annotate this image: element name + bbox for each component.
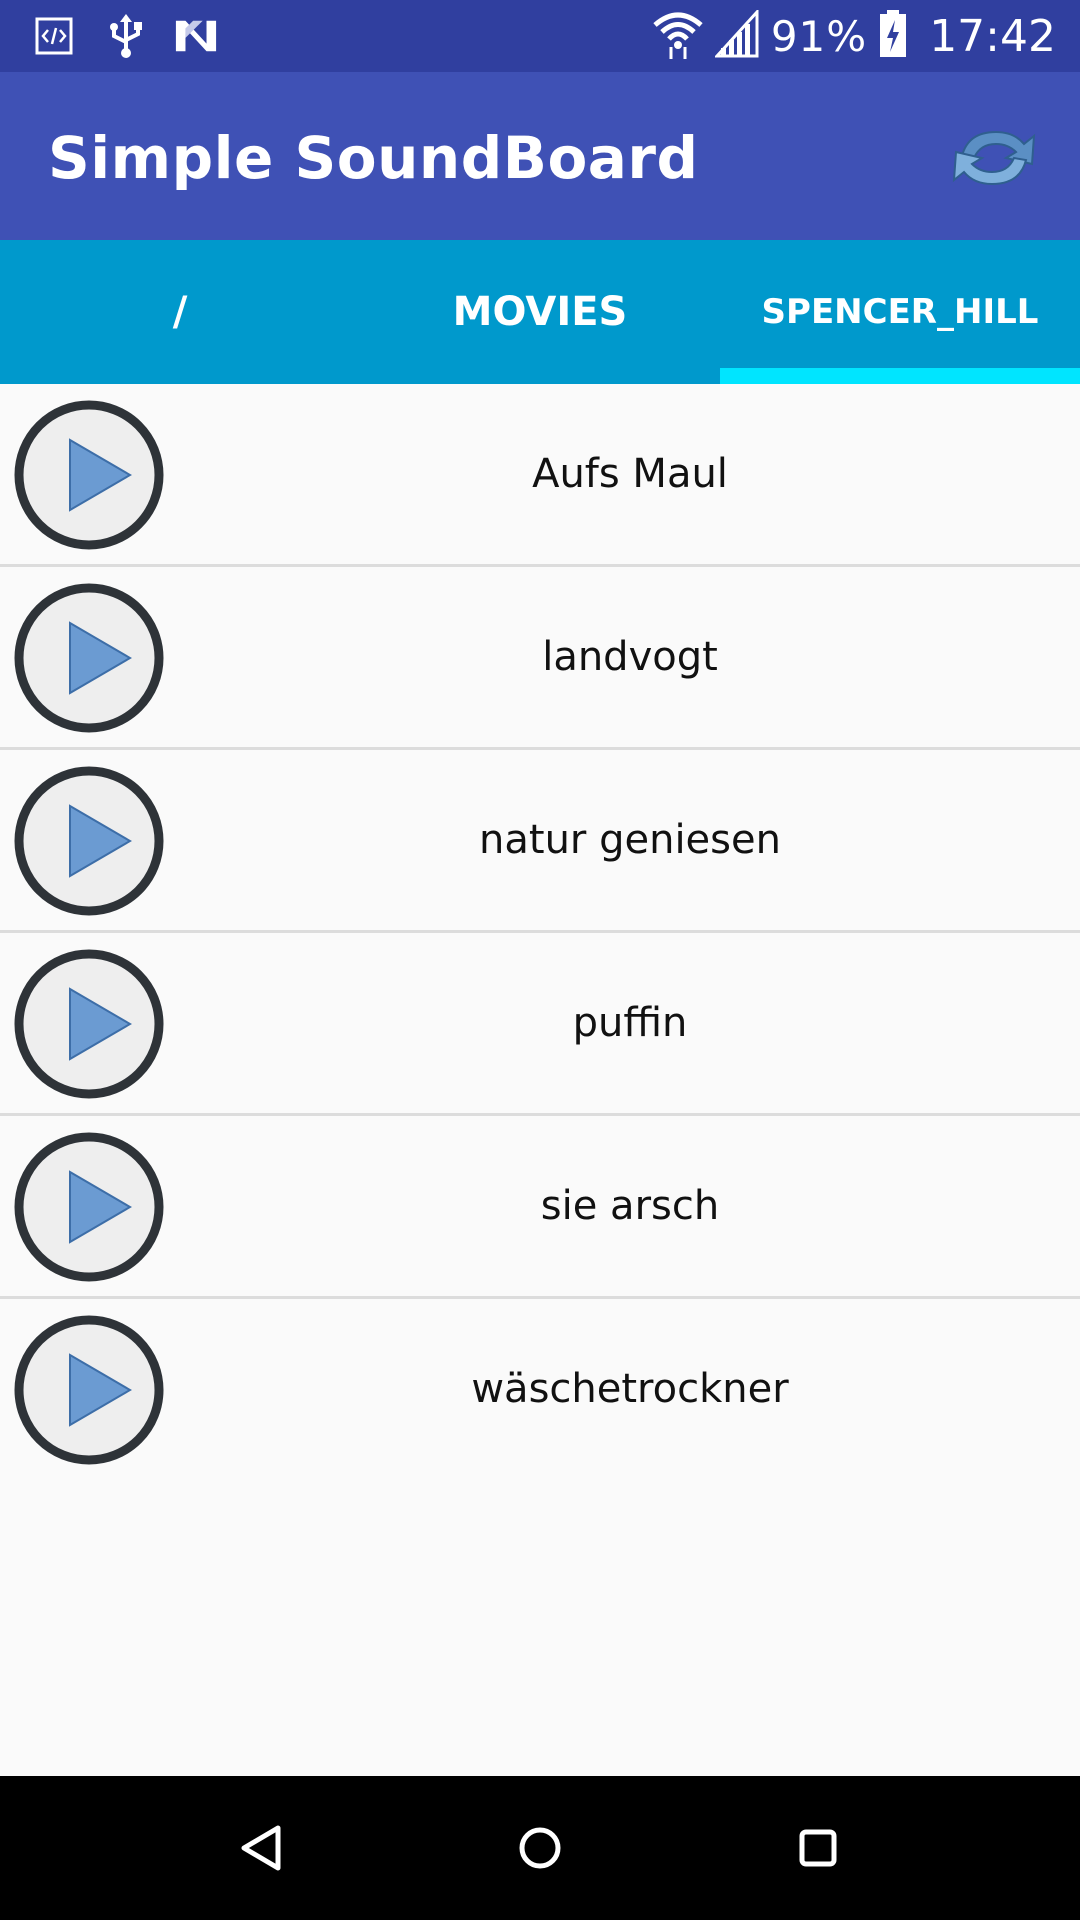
refresh-button[interactable] — [942, 116, 1046, 200]
refresh-icon — [952, 130, 1036, 186]
play-icon — [14, 1132, 164, 1282]
app-title: Simple SoundBoard — [48, 124, 699, 192]
list-item[interactable]: natur geniesen — [0, 750, 1080, 933]
sound-list: Aufs Maul landvogt natur geniesen puffin — [0, 384, 1080, 1482]
battery-percent: 91% — [770, 11, 868, 61]
back-button[interactable] — [226, 1812, 298, 1884]
status-bar: 91% 17:42 — [0, 0, 1080, 72]
app-bar: Simple SoundBoard — [0, 72, 1080, 240]
play-button[interactable] — [12, 1130, 166, 1284]
play-icon — [14, 1315, 164, 1465]
tab-bar: / MOVIES SPENCER_HILL — [0, 240, 1080, 384]
play-icon — [14, 949, 164, 1099]
code-icon — [32, 14, 76, 58]
list-item[interactable]: sie arsch — [0, 1116, 1080, 1299]
play-icon — [14, 583, 164, 733]
tab-spencer-hill[interactable]: SPENCER_HILL — [720, 240, 1080, 384]
recents-button[interactable] — [782, 1812, 854, 1884]
list-item[interactable]: landvogt — [0, 567, 1080, 750]
play-button[interactable] — [12, 581, 166, 735]
tab-movies[interactable]: MOVIES — [360, 240, 720, 384]
list-item[interactable]: wäschetrockner — [0, 1299, 1080, 1482]
home-button[interactable] — [504, 1812, 576, 1884]
tab-root[interactable]: / — [0, 240, 360, 384]
sound-label: landvogt — [542, 634, 718, 680]
sound-label: Aufs Maul — [532, 451, 728, 497]
sound-label: natur geniesen — [479, 817, 781, 863]
play-button[interactable] — [12, 764, 166, 918]
sound-label: puffin — [572, 1000, 688, 1046]
battery-charging-icon — [879, 9, 907, 63]
play-button[interactable] — [12, 947, 166, 1101]
play-button[interactable] — [12, 398, 166, 552]
usb-icon — [104, 14, 148, 58]
clock: 17:42 — [929, 10, 1056, 62]
play-button[interactable] — [12, 1313, 166, 1467]
play-icon — [14, 400, 164, 550]
wifi-icon — [653, 9, 703, 64]
list-item[interactable]: puffin — [0, 933, 1080, 1116]
cell-signal-icon — [713, 7, 759, 63]
list-item[interactable]: Aufs Maul — [0, 384, 1080, 567]
navigation-bar — [0, 1776, 1080, 1920]
sound-label: sie arsch — [540, 1183, 720, 1229]
sound-label: wäschetrockner — [471, 1366, 789, 1412]
n-notification-icon — [174, 14, 218, 58]
back-icon — [241, 1825, 281, 1871]
play-icon — [14, 766, 164, 916]
tab-selected-indicator — [720, 368, 1080, 384]
recents-icon — [799, 1829, 837, 1867]
home-icon — [519, 1827, 561, 1869]
